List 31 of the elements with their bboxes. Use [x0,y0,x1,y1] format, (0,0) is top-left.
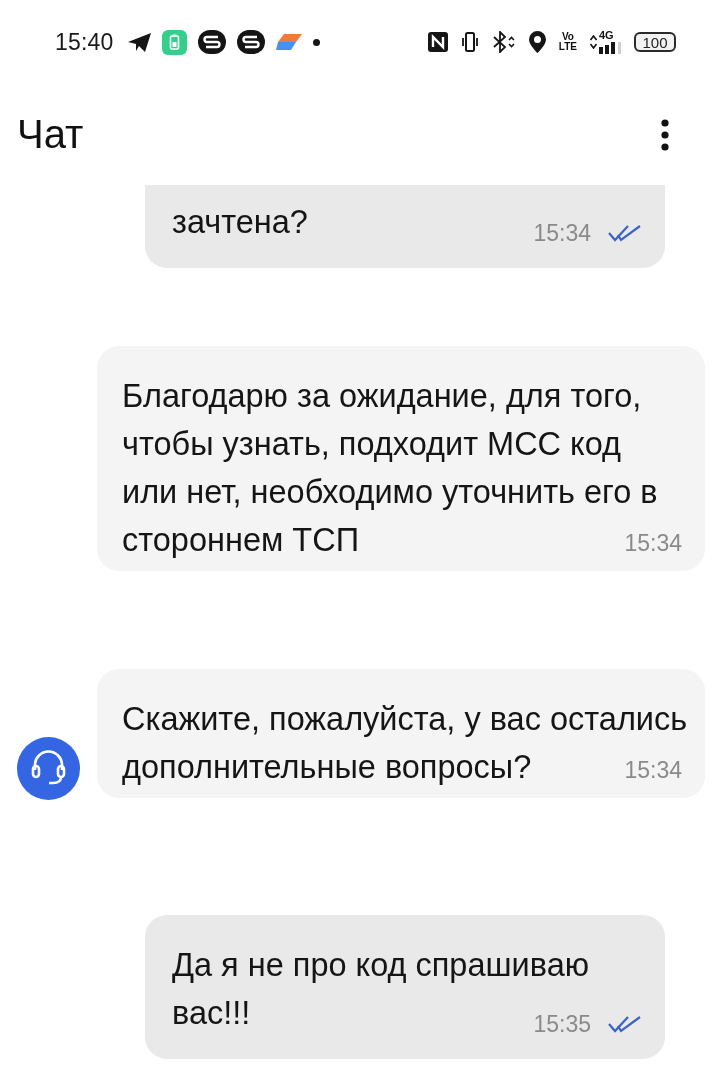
battery-level: 100 [634,32,676,52]
message-text: или нет, необходимо уточнить его в [122,473,658,512]
message-text: Благодарю за ожидание, для того, [122,377,642,416]
s-logo-icon [197,30,226,54]
message-text: вас!!! [172,994,251,1033]
s-logo-icon [236,30,265,54]
volte-label: Vo LTE [558,32,577,52]
battery-app-icon [161,29,187,55]
message-text: зачтена? [172,203,308,242]
message-text: стороннем ТСП [122,521,360,560]
message-time: 15:34 [533,222,591,244]
slanted-tile-icon [275,34,302,50]
bluetooth-icon [491,31,516,53]
signal-bars-icon [599,42,621,54]
status-time: 15:40 [55,28,114,56]
nfc-icon [427,32,448,52]
message-time: 15:35 [533,1013,591,1035]
vibrate-icon [460,32,479,52]
paper-plane-icon [127,32,151,52]
message-text: дополнительные вопросы? [122,748,532,787]
chat-title: Чат [17,112,84,157]
message-text: чтобы узнать, подходит МСС код [122,425,622,464]
data-arrows-icon [590,35,597,49]
network-type-label: 4G [599,30,614,41]
message-time: 15:34 [624,532,682,554]
message-text: Скажите, пожалуйста, у вас остались [122,700,688,739]
kebab-menu-icon [661,118,669,151]
message-text: Да я не про код спрашиваю [172,946,590,985]
message-time: 15:34 [624,759,682,781]
location-pin-icon [528,31,546,53]
dot-icon [312,38,320,46]
